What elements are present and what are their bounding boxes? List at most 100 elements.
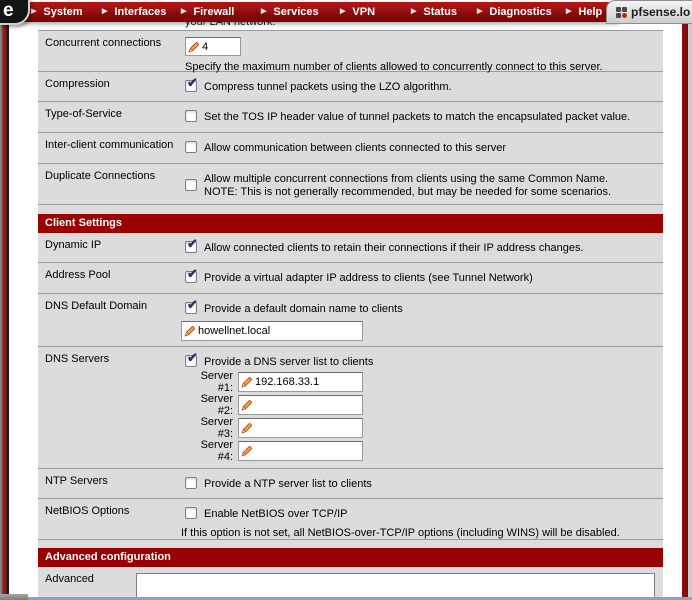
row-compression: Compression Compress tunnel packets usin… [38,72,663,102]
menu-arrow-icon: ▶ [261,8,267,15]
field-label: Type-of-Service [45,108,123,120]
field-label: NetBIOS Options [45,505,130,517]
checkbox-icon[interactable] [185,350,198,367]
nav-item-label: Help [578,6,603,18]
address-pool-option[interactable]: Provide a virtual adapter IP address to … [185,266,663,285]
nav-item-services[interactable]: ▶ Services [261,2,319,22]
checkbox-icon[interactable] [185,141,197,153]
dns-server-1-input[interactable] [238,371,363,392]
checkbox-icon[interactable] [185,297,198,314]
field-label: Compression [45,78,110,90]
help-text: If this option is not set, all NetBIOS-o… [181,526,620,539]
nav-item-firewall[interactable]: ▶ Firewall [181,2,234,22]
dns-server-4-row: Server #4: [185,438,663,463]
checkbox-icon[interactable] [185,507,197,519]
row-dns-servers: DNS Servers Provide a DNS server list to… [38,347,663,469]
section-header-advanced-configuration: Advanced configuration [38,548,663,567]
dns-server-3-row: Server #3: [185,415,663,440]
menu-arrow-icon: ▶ [340,8,346,15]
checkbox-label: Provide a virtual adapter IP address to … [204,271,533,284]
settings-table: Concurrent connections Specify the maxim… [38,30,663,600]
checkbox-label: Provide a DNS server list to clients [204,355,374,368]
pfsense-favicon-icon [616,6,627,18]
section-header-client-settings: Client Settings [38,214,663,233]
row-ntp-servers: NTP Servers Provide a NTP server list to… [38,469,663,499]
checkbox-label: Provide a default domain name to clients [204,302,403,315]
menu-arrow-icon: ▶ [102,8,108,15]
menu-arrow-icon: ▶ [411,8,417,15]
row-address-pool: Address Pool Provide a virtual adapter I… [38,263,663,294]
server-label: Server #3: [200,415,233,440]
menu-arrow-icon: ▶ [566,8,572,15]
help-text: Specify the maximum number of clients al… [185,61,603,73]
field-label: Dynamic IP [45,239,102,251]
field-label: Address Pool [45,269,111,281]
row-advanced: Advanced [38,567,663,600]
checkbox-icon[interactable] [185,266,198,283]
dns-server-2-row: Server #2: [185,392,663,417]
concurrent-connections-input[interactable] [185,37,241,56]
dns-server-4-input[interactable] [238,440,363,461]
checkbox-label: Provide a NTP server list to clients [204,477,372,490]
netbios-option[interactable]: Enable NetBIOS over TCP/IP [185,507,663,521]
checkbox-icon[interactable] [185,110,197,122]
page-left-border [0,20,10,600]
inter-client-option[interactable]: Allow communication between clients conn… [185,141,663,155]
dns-domain-option[interactable]: Provide a default domain name to clients [185,297,663,316]
nav-item-vpn[interactable]: ▶ VPN [340,2,375,22]
row-inter-client-communication: Inter-client communication Allow communi… [38,133,663,164]
nav-item-interfaces[interactable]: ▶ Interfaces [102,2,166,22]
field-label: Concurrent connections [45,37,162,49]
pencil-icon [241,399,252,410]
main-nav: ▶ System ▶ Interfaces ▶ Firewall ▶ Services … [24,2,624,22]
menu-arrow-icon: ▶ [31,8,37,15]
checkbox-label: Allow multiple concurrent connections fr… [204,172,609,185]
row-netbios-options: NetBIOS Options Enable NetBIOS over TCP/… [38,499,663,540]
pfsense-window: your LAN network. ▶ System ▶ Interfaces ▶ F… [0,0,692,600]
pencil-icon [188,41,199,52]
field-label: DNS Servers [45,353,110,365]
server-label: Server #1: [200,369,233,394]
browser-tab[interactable]: pfsense.lo [606,0,692,24]
nav-item-diagnostics[interactable]: ▶ Diagnostics [477,2,552,22]
checkbox-label: Enable NetBIOS over TCP/IP [204,507,348,520]
server-label: Server #4: [200,438,233,463]
window-resize-corner [0,594,28,600]
dns-server-1-row: Server #1: [185,369,663,394]
nav-item-label: VPN [352,6,376,18]
field-label: Advanced [45,573,94,585]
row-duplicate-connections: Duplicate Connections Allow multiple con… [38,164,663,205]
pencil-icon [241,445,252,456]
checkbox-icon[interactable] [185,477,197,489]
ntp-servers-option[interactable]: Provide a NTP server list to clients [185,477,663,491]
nav-item-system[interactable]: ▶ System [31,2,83,22]
field-label: Duplicate Connections [45,170,156,182]
nav-item-label: Status [423,6,458,18]
checkbox-label: Compress tunnel packets using the LZO al… [204,80,452,93]
advanced-textarea[interactable] [136,573,655,600]
dns-server-3-input[interactable] [238,417,363,438]
checkbox-label: Set the TOS IP header value of tunnel pa… [204,110,631,123]
logo-letter: e [3,0,14,21]
pencil-icon [184,325,195,336]
checkbox-icon[interactable] [185,236,198,253]
nav-item-label: Diagnostics [489,6,552,18]
pencil-icon [241,422,252,433]
dns-servers-option[interactable]: Provide a DNS server list to clients [185,350,663,369]
checkbox-icon[interactable] [185,179,197,192]
duplicate-connections-option[interactable]: Allow multiple concurrent connections fr… [185,172,663,199]
row-dns-default-domain: DNS Default Domain Provide a default dom… [38,294,663,347]
checkbox-icon[interactable] [185,75,198,92]
server-label: Server #2: [200,392,233,417]
dynamic-ip-option[interactable]: Allow connected clients to retain their … [185,236,663,255]
tos-option[interactable]: Set the TOS IP header value of tunnel pa… [185,110,663,124]
row-dynamic-ip: Dynamic IP Allow connected clients to re… [38,233,663,263]
nav-item-status[interactable]: ▶ Status [411,2,457,22]
dns-domain-input[interactable] [181,320,363,341]
checkbox-label: Allow connected clients to retain their … [204,241,584,254]
dns-server-2-input[interactable] [238,394,363,415]
nav-item-label: System [43,6,83,18]
compression-option[interactable]: Compress tunnel packets using the LZO al… [185,75,663,94]
nav-item-help[interactable]: ▶ Help [566,2,602,22]
row-type-of-service: Type-of-Service Set the TOS IP header va… [38,102,663,133]
